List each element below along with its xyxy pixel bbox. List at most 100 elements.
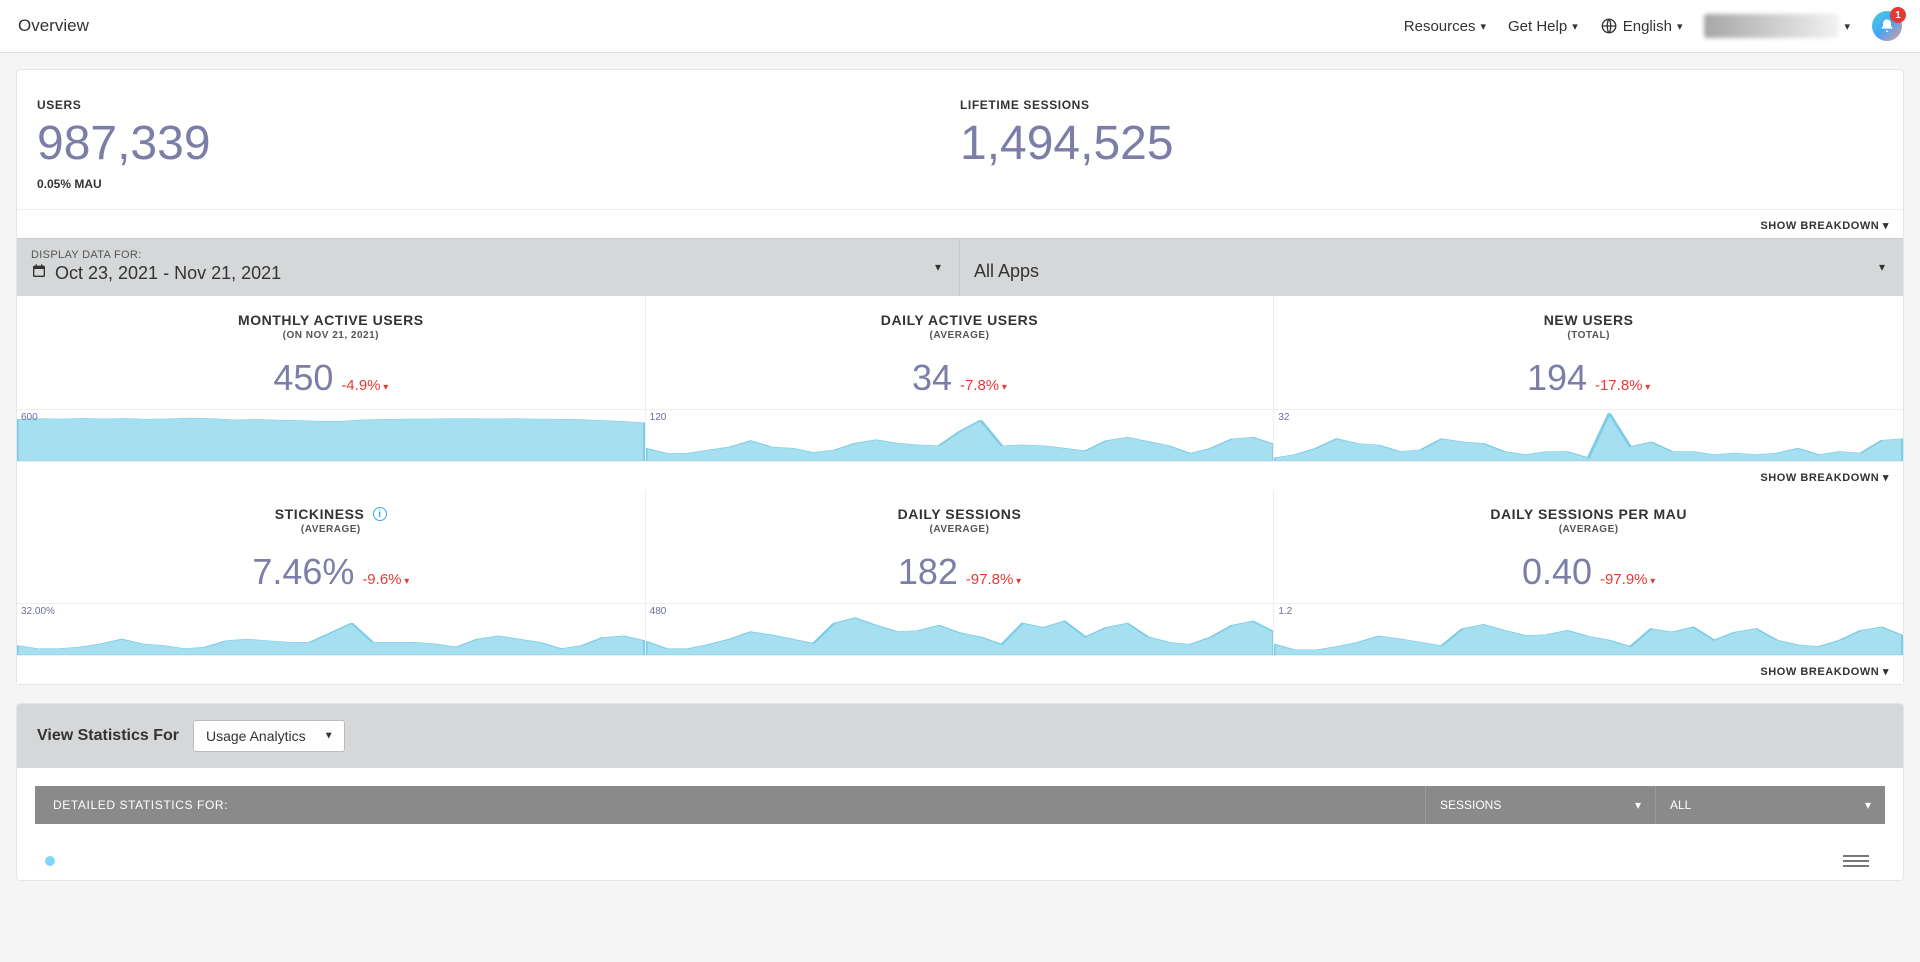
chevron-down-icon: ▾ bbox=[1677, 20, 1683, 33]
spark-max: 1.2 bbox=[1278, 606, 1292, 617]
notification-badge: 1 bbox=[1890, 7, 1906, 23]
metric-delta: -17.8% bbox=[1595, 377, 1650, 394]
detailed-statistics-label: DETAILED STATISTICS FOR: bbox=[35, 786, 1425, 824]
caret-down-icon: ▾ bbox=[1865, 798, 1871, 812]
account-avatar-redacted bbox=[1704, 14, 1839, 38]
metric-daily-sessions-per-mau[interactable]: DAILY SESSIONS PER MAU (AVERAGE) 0.40 -9… bbox=[1274, 490, 1903, 655]
account-menu[interactable]: ▾ bbox=[1704, 14, 1850, 38]
metric-delta: -97.9% bbox=[1600, 571, 1655, 588]
metric-subtitle: (AVERAGE) bbox=[27, 524, 635, 535]
view-statistics-label: View Statistics For bbox=[37, 727, 179, 745]
chart-menu-icon[interactable] bbox=[1843, 855, 1869, 867]
sessions-stat: LIFETIME SESSIONS 1,494,525 bbox=[960, 98, 1883, 191]
metric-value: 194 bbox=[1527, 357, 1587, 398]
detailed-statistics-bar: DETAILED STATISTICS FOR: SESSIONS ▾ ALL … bbox=[35, 786, 1885, 824]
notifications-button[interactable]: 1 bbox=[1872, 11, 1902, 41]
metrics-breakdown-bar: SHOW BREAKDOWN ▾ bbox=[17, 461, 1903, 490]
users-value: 987,339 bbox=[37, 118, 960, 171]
filter-row: DISPLAY DATA FOR: Oct 23, 2021 - Nov 21,… bbox=[17, 238, 1903, 296]
metric-value: 0.40 bbox=[1522, 551, 1592, 592]
metric-subtitle: (AVERAGE) bbox=[656, 524, 1264, 535]
users-stat: USERS 987,339 0.05% MAU bbox=[37, 98, 960, 191]
metric-subtitle: (AVERAGE) bbox=[1284, 524, 1893, 535]
resources-menu[interactable]: Resources ▾ bbox=[1404, 18, 1486, 35]
users-sub: 0.05% MAU bbox=[37, 177, 960, 191]
users-label: USERS bbox=[37, 98, 960, 112]
metric-subtitle: (TOTAL) bbox=[1284, 330, 1893, 341]
metric-daily-sessions[interactable]: DAILY SESSIONS (AVERAGE) 182 -97.8% 480 bbox=[646, 490, 1275, 655]
chevron-down-icon: ▾ bbox=[1480, 20, 1486, 33]
metrics-row-1: MONTHLY ACTIVE USERS (ON NOV 21, 2021) 4… bbox=[17, 296, 1903, 461]
resources-label: Resources bbox=[1404, 18, 1476, 35]
metric-stickiness[interactable]: STICKINESS i (AVERAGE) 7.46% -9.6% 32.00… bbox=[17, 490, 646, 655]
chevron-down-icon: ▾ bbox=[1883, 472, 1889, 484]
metric-monthly-active-users[interactable]: MONTHLY ACTIVE USERS (ON NOV 21, 2021) 4… bbox=[17, 296, 646, 461]
top-right-nav: Resources ▾ Get Help ▾ English ▾ ▾ bbox=[1404, 11, 1902, 41]
metric-title: NEW USERS bbox=[1284, 312, 1893, 328]
show-breakdown-button[interactable]: SHOW BREAKDOWN ▾ bbox=[1760, 219, 1889, 232]
detailed-metric-value: SESSIONS bbox=[1440, 798, 1501, 812]
metric-subtitle: (ON NOV 21, 2021) bbox=[27, 330, 635, 341]
spark-max: 32 bbox=[1278, 412, 1289, 423]
metric-value: 7.46% bbox=[252, 551, 354, 592]
spark-max: 32.00% bbox=[21, 606, 55, 617]
summary-card: USERS 987,339 0.05% MAU LIFETIME SESSION… bbox=[16, 69, 1904, 685]
apps-filter[interactable]: All Apps ▾ bbox=[960, 239, 1903, 296]
sessions-label: LIFETIME SESSIONS bbox=[960, 98, 1883, 112]
show-breakdown-button[interactable]: SHOW BREAKDOWN ▾ bbox=[1760, 471, 1889, 484]
apps-filter-value: All Apps bbox=[974, 261, 1039, 282]
metrics-breakdown-bar-2: SHOW BREAKDOWN ▾ bbox=[17, 655, 1903, 684]
metric-delta: -9.6% bbox=[362, 571, 409, 588]
calendar-icon bbox=[31, 263, 47, 284]
detailed-metric-select[interactable]: SESSIONS ▾ bbox=[1425, 786, 1655, 824]
sparkline-chart bbox=[1274, 604, 1903, 655]
page-title: Overview bbox=[18, 16, 89, 36]
language-menu[interactable]: English ▾ bbox=[1600, 17, 1683, 35]
chevron-down-icon: ▾ bbox=[1572, 20, 1578, 33]
metric-value: 182 bbox=[898, 551, 958, 592]
metric-title: DAILY ACTIVE USERS bbox=[656, 312, 1264, 328]
sparkline-chart bbox=[17, 604, 645, 655]
spark-max: 480 bbox=[650, 606, 667, 617]
view-statistics-select[interactable]: Usage Analytics ▼ bbox=[193, 720, 345, 752]
spark-max: 600 bbox=[21, 412, 38, 423]
sparkline-chart bbox=[17, 410, 645, 461]
chevron-down-icon: ▾ bbox=[935, 260, 941, 274]
chevron-down-icon: ▾ bbox=[1844, 20, 1850, 33]
metrics-row-2: STICKINESS i (AVERAGE) 7.46% -9.6% 32.00… bbox=[17, 490, 1903, 655]
show-breakdown-label: SHOW BREAKDOWN bbox=[1760, 472, 1879, 484]
metric-title: DAILY SESSIONS PER MAU bbox=[1284, 506, 1893, 522]
metric-new-users[interactable]: NEW USERS (TOTAL) 194 -17.8% 32 bbox=[1274, 296, 1903, 461]
date-range-filter[interactable]: DISPLAY DATA FOR: Oct 23, 2021 - Nov 21,… bbox=[17, 239, 960, 296]
sparkline-chart bbox=[646, 410, 1274, 461]
view-statistics-bar: View Statistics For Usage Analytics ▼ bbox=[17, 704, 1903, 768]
date-range-value: Oct 23, 2021 - Nov 21, 2021 bbox=[55, 263, 281, 284]
metric-daily-active-users[interactable]: DAILY ACTIVE USERS (AVERAGE) 34 -7.8% 12… bbox=[646, 296, 1275, 461]
caret-down-icon: ▾ bbox=[1635, 798, 1641, 812]
metric-delta: -7.8% bbox=[960, 377, 1007, 394]
globe-icon bbox=[1600, 17, 1618, 35]
metric-title: DAILY SESSIONS bbox=[656, 506, 1264, 522]
metric-value: 450 bbox=[273, 357, 333, 398]
metric-delta: -4.9% bbox=[341, 377, 388, 394]
metric-value: 34 bbox=[912, 357, 952, 398]
metric-delta: -97.8% bbox=[966, 571, 1021, 588]
show-breakdown-label: SHOW BREAKDOWN bbox=[1760, 220, 1879, 232]
caret-down-icon: ▼ bbox=[324, 730, 334, 741]
get-help-label: Get Help bbox=[1508, 18, 1567, 35]
detailed-scope-select[interactable]: ALL ▾ bbox=[1655, 786, 1885, 824]
spark-max: 120 bbox=[650, 412, 667, 423]
get-help-menu[interactable]: Get Help ▾ bbox=[1508, 18, 1578, 35]
chevron-down-icon: ▾ bbox=[1883, 220, 1889, 232]
sparkline-chart bbox=[646, 604, 1274, 655]
info-icon[interactable]: i bbox=[373, 507, 387, 521]
sessions-value: 1,494,525 bbox=[960, 118, 1883, 171]
chevron-down-icon: ▾ bbox=[1879, 260, 1885, 274]
top-bar: Overview Resources ▾ Get Help ▾ English … bbox=[0, 0, 1920, 53]
show-breakdown-label: SHOW BREAKDOWN bbox=[1760, 666, 1879, 678]
view-statistics-selected: Usage Analytics bbox=[206, 728, 306, 744]
metric-subtitle: (AVERAGE) bbox=[656, 330, 1264, 341]
view-statistics-card: View Statistics For Usage Analytics ▼ DE… bbox=[16, 703, 1904, 881]
show-breakdown-button[interactable]: SHOW BREAKDOWN ▾ bbox=[1760, 665, 1889, 678]
chevron-down-icon: ▾ bbox=[1883, 666, 1889, 678]
